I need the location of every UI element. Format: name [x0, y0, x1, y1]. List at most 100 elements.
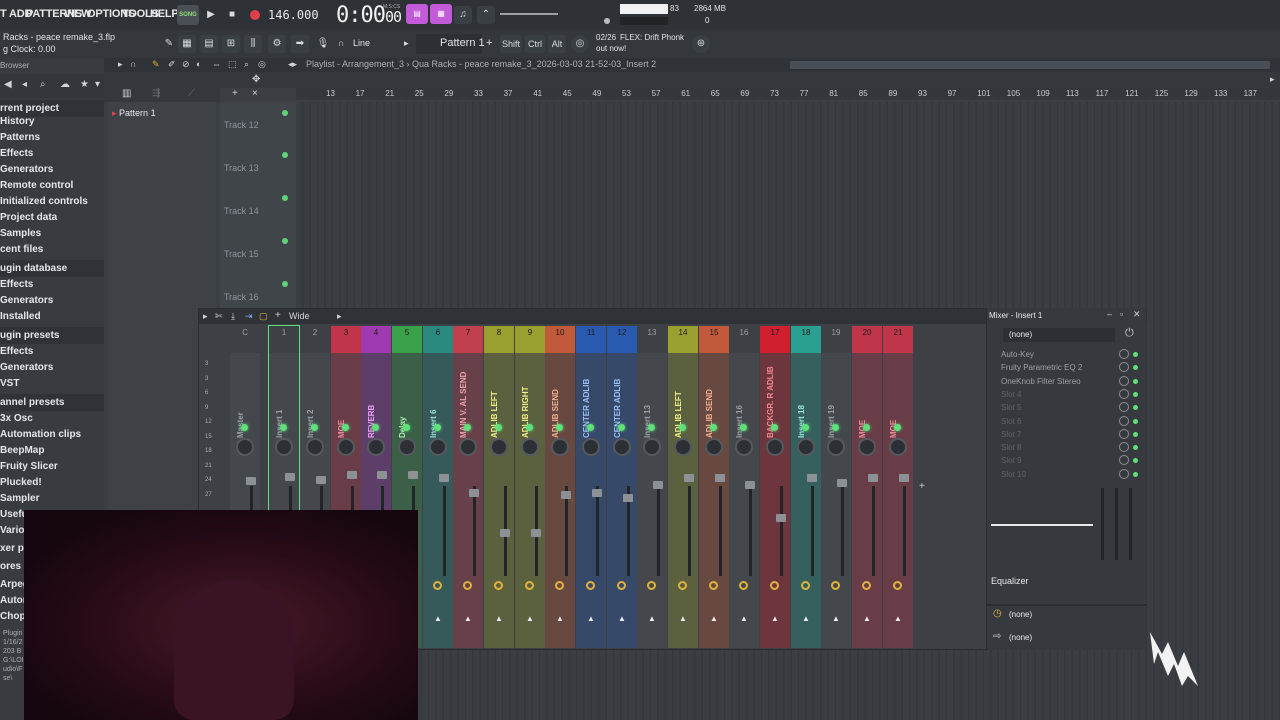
pan-knob[interactable] — [236, 438, 254, 456]
fader-handle[interactable] — [469, 489, 479, 497]
paint-tool-icon[interactable]: ✐ — [168, 59, 176, 70]
mute-led[interactable] — [464, 424, 471, 431]
slot-enable-led[interactable] — [1133, 391, 1138, 397]
browser-item-db-effects[interactable]: Effects — [0, 279, 33, 290]
volume-fader[interactable] — [473, 486, 476, 576]
zoom-tool-icon[interactable]: ⌕ — [244, 59, 249, 70]
slot-enable-led[interactable] — [1133, 365, 1138, 371]
effect-slot[interactable]: Slot 5 — [1001, 403, 1021, 412]
master-pitch-knob[interactable] — [604, 18, 610, 24]
pan-knob[interactable] — [429, 438, 447, 456]
timeline-ruler[interactable]: 13 17 21 25 29 33 37 41 45 49 53 57 61 65 69 73 77 81 85 89… — [296, 88, 1280, 100]
fx-enable-icon[interactable] — [433, 581, 442, 590]
fx-enable-icon[interactable] — [463, 581, 472, 590]
effect-slot[interactable]: Auto-Key — [1001, 350, 1034, 359]
route-arrow-icon[interactable]: ▲ — [832, 615, 840, 623]
mute-led[interactable] — [832, 424, 839, 431]
browser-item-history[interactable]: History — [0, 116, 34, 127]
browser-item-presets-effects[interactable]: Effects — [0, 346, 33, 357]
output-selector[interactable]: (none) — [1009, 633, 1032, 642]
step-edit-button[interactable]: ▤ — [406, 4, 428, 24]
volume-fader[interactable] — [565, 486, 568, 576]
fader-handle[interactable] — [837, 479, 847, 487]
mute-led[interactable] — [434, 424, 441, 431]
shift-key[interactable]: Shift — [500, 35, 522, 53]
browser-item-generators[interactable]: Generators — [0, 164, 53, 175]
route-arrow-icon[interactable]: ▲ — [679, 615, 687, 623]
fader-handle[interactable] — [439, 474, 449, 482]
slot-mix-knob[interactable] — [1119, 375, 1129, 386]
effect-slot[interactable]: Fruity Parametric EQ 2 — [1001, 363, 1082, 372]
volume-fader[interactable] — [780, 486, 783, 576]
route-arrow-icon[interactable]: ▲ — [587, 615, 595, 623]
fx-enable-icon[interactable] — [555, 581, 564, 590]
mixer-strip-number[interactable]: 18 — [791, 326, 821, 353]
master-volume-slider[interactable] — [500, 13, 558, 15]
magnet-icon[interactable]: ∩ — [338, 38, 344, 48]
browser-item-scores[interactable]: ores — [0, 561, 21, 572]
mute-led[interactable] — [403, 424, 410, 431]
effect-slot[interactable]: Slot 7 — [1001, 430, 1021, 439]
link-icon[interactable]: ⟋ — [188, 88, 195, 99]
play-icon[interactable]: ▶ — [202, 6, 220, 24]
microphone-icon[interactable]: 🎙 — [314, 35, 332, 53]
playlist-menu-icon[interactable]: ▸ — [118, 59, 123, 70]
fader-handle[interactable] — [776, 514, 786, 522]
collapse-icon[interactable]: ◀ — [4, 79, 12, 90]
fader-handle[interactable] — [715, 474, 725, 482]
volume-fader[interactable] — [657, 486, 660, 576]
route-arrow-icon[interactable]: ▲ — [740, 615, 748, 623]
route-arrow-icon[interactable]: ▲ — [556, 615, 564, 623]
pan-knob[interactable] — [551, 438, 569, 456]
maximize-icon[interactable]: ▫ — [1120, 309, 1123, 319]
mute-led[interactable] — [648, 424, 655, 431]
more-icon[interactable]: ▾ — [95, 79, 100, 90]
mixer-strip-number[interactable]: 19 — [821, 326, 851, 353]
slot-mix-knob[interactable] — [1119, 468, 1129, 479]
volume-fader[interactable] — [749, 486, 752, 576]
browser-item-presets-generators[interactable]: Generators — [0, 362, 53, 373]
mixer-strip[interactable]: 10 ADLIB SEND ▲ — [545, 326, 575, 648]
slot-enable-led[interactable] — [1133, 418, 1138, 424]
mixer-strip-number[interactable]: 9 — [515, 326, 545, 353]
pan-knob[interactable] — [459, 438, 477, 456]
pan-knob[interactable] — [827, 438, 845, 456]
slot-enable-led[interactable] — [1133, 458, 1138, 464]
mute-led[interactable] — [526, 424, 533, 431]
fader-handle[interactable] — [899, 474, 909, 482]
track-16-label[interactable]: Track 16 — [224, 292, 259, 302]
mixer-strip[interactable]: 19 Insert 19 ▲ — [821, 326, 851, 648]
close-track-icon[interactable]: × — [252, 88, 258, 99]
fx-enable-icon[interactable] — [647, 581, 656, 590]
fader-handle[interactable] — [868, 474, 878, 482]
fader-handle[interactable] — [377, 471, 387, 479]
fader-handle[interactable] — [592, 489, 602, 497]
mixer-strip-number[interactable]: 20 — [852, 326, 882, 353]
cloud-icon[interactable]: ☁ — [60, 79, 70, 90]
magnet-icon[interactable]: ∩ — [130, 59, 136, 69]
browser-item-db-generators[interactable]: Generators — [0, 295, 53, 306]
chat-icon[interactable]: ◎ — [571, 35, 589, 53]
mixer-strip-number[interactable]: 5 — [392, 326, 422, 353]
slot-enable-led[interactable] — [1133, 431, 1138, 437]
mute-led[interactable] — [710, 424, 717, 431]
fx-enable-icon[interactable] — [893, 581, 902, 590]
fader-handle[interactable] — [623, 494, 633, 502]
search-icon[interactable]: ⌕ — [40, 79, 46, 90]
fx-enable-icon[interactable] — [494, 581, 503, 590]
mixer-strip-number[interactable]: 11 — [576, 326, 606, 353]
route-arrow-icon[interactable]: ▲ — [648, 615, 656, 623]
mute-led[interactable] — [342, 424, 349, 431]
eq-fader-low[interactable] — [1101, 488, 1104, 560]
browser-item-plucked[interactable]: Plucked! — [0, 477, 42, 488]
route-arrow-icon[interactable]: ▲ — [863, 615, 871, 623]
mute-led[interactable] — [618, 424, 625, 431]
snap-arrow-icon[interactable]: ▸ — [404, 38, 409, 49]
star-icon[interactable]: ★ — [80, 79, 89, 90]
track-mute-led[interactable] — [282, 110, 288, 116]
mute-led[interactable] — [241, 424, 248, 431]
browser-item-presets-vst[interactable]: VST — [0, 378, 19, 389]
nav-arrows-icon[interactable]: ◂▸ — [288, 59, 297, 70]
mixer-strip-number[interactable]: 21 — [883, 326, 913, 353]
browser-item-recent-files[interactable]: cent files — [0, 244, 43, 255]
